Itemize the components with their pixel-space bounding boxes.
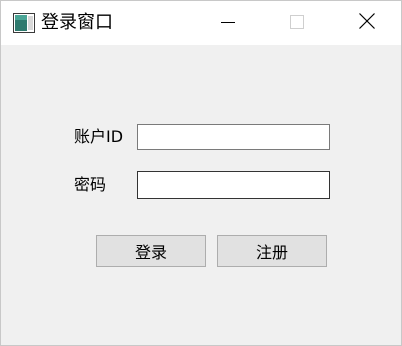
login-window: 登录窗口 账户ID 密码 登录 注册 xyxy=(0,0,402,346)
close-icon xyxy=(359,13,375,33)
window-app-icon xyxy=(13,13,35,33)
maximize-button[interactable] xyxy=(274,1,320,45)
close-button[interactable] xyxy=(344,1,390,45)
account-id-label: 账户ID xyxy=(74,127,124,146)
minimize-button[interactable] xyxy=(205,1,251,45)
register-button[interactable]: 注册 xyxy=(217,235,327,267)
login-button[interactable]: 登录 xyxy=(96,235,206,267)
minimize-icon xyxy=(221,14,235,33)
window-title: 登录窗口 xyxy=(41,12,113,33)
maximize-icon xyxy=(290,14,304,33)
password-input[interactable] xyxy=(137,171,330,199)
account-id-input[interactable] xyxy=(137,124,330,150)
title-bar[interactable]: 登录窗口 xyxy=(1,1,401,45)
password-label: 密码 xyxy=(74,175,107,194)
